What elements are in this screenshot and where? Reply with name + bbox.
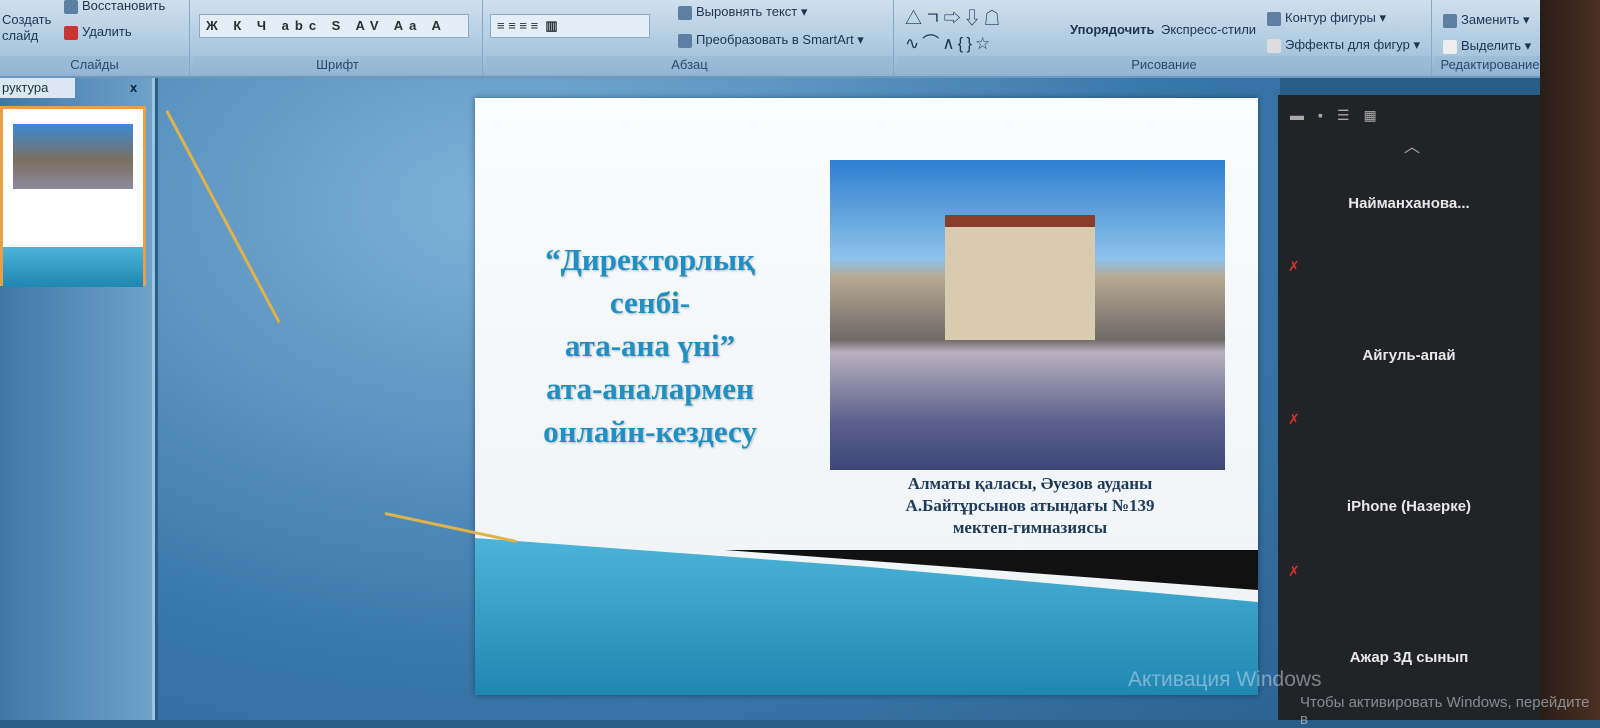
quick-styles-button[interactable]: Экспресс-стили: [1161, 22, 1256, 37]
slide-thumbnail[interactable]: [0, 106, 146, 287]
group-slides: Создать слайд Восстановить Удалить Слайд…: [0, 0, 190, 76]
restore-button[interactable]: Восстановить: [64, 0, 165, 14]
group-drawing: △ㄱ⇨⇩☖ ∿⌒∧{}☆ Упорядочить Экспресс-стили К…: [897, 0, 1432, 76]
smartart-icon: [678, 33, 692, 48]
shape-outline-button[interactable]: Контур фигуры ▾: [1267, 10, 1386, 26]
ribbon: Создать слайд Восстановить Удалить Слайд…: [0, 0, 1545, 78]
arrange-button[interactable]: Упорядочить: [1070, 22, 1155, 37]
group-editing: Заменить ▾ Выделить ▾ Редактирование: [1435, 0, 1545, 76]
smartart-button[interactable]: Преобразовать в SmartArt ▾: [678, 32, 864, 48]
caption-line: Алматы қаласы, Әуезов ауданы: [907, 474, 1153, 493]
caption-line: А.Байтұрсынов атындағы №139: [905, 496, 1155, 515]
replace-icon: [1443, 13, 1457, 28]
align-buttons[interactable]: ≡ ≡ ≡ ≡ ▥: [490, 14, 650, 38]
participant-name[interactable]: Найманханова...: [1278, 195, 1540, 212]
caption-line: мектеп-гимназиясы: [952, 518, 1108, 537]
chevron-up-icon[interactable]: ︿: [1404, 133, 1420, 157]
thumbnail-photo: [13, 124, 133, 189]
close-panel-button[interactable]: x: [130, 80, 137, 95]
thumbnail-wave: [3, 247, 143, 287]
screen-bezel: [1540, 0, 1600, 720]
windows-activation-title: Активация Windows: [1128, 668, 1322, 691]
slide-title[interactable]: “Директорлық сенбі- ата-ана үні” ата-ана…: [515, 238, 785, 453]
participant-name[interactable]: Айгуль-апай: [1278, 347, 1540, 364]
delete-button[interactable]: Удалить: [64, 24, 132, 40]
school-building: [945, 215, 1095, 340]
group-label: Редактирование: [1435, 56, 1545, 74]
participant-name[interactable]: iPhone (Назерке): [1278, 498, 1540, 515]
group-label: Слайды: [0, 56, 189, 74]
effects-icon: [1267, 38, 1281, 53]
title-line: онлайн-кездесу: [543, 414, 757, 449]
slide-caption[interactable]: Алматы қаласы, Әуезов ауданы А.Байтұрсын…: [845, 473, 1215, 539]
title-line: сенбі-: [609, 285, 691, 320]
participants-panel: ▬▪☰▦ ︿ Найманханова... ✗ Айгуль-апай ✗ i…: [1278, 95, 1540, 720]
replace-button[interactable]: Заменить ▾: [1443, 12, 1530, 28]
group-label: Абзац: [486, 56, 893, 74]
shapes-gallery[interactable]: △ㄱ⇨⇩☖ ∿⌒∧{}☆: [905, 4, 1004, 54]
slide-canvas[interactable]: “Директорлық сенбі- ата-ана үні” ата-ана…: [475, 98, 1258, 695]
group-paragraph: ≡ ≡ ≡ ≡ ▥ Выровнять текст ▾ Преобразоват…: [486, 0, 894, 76]
muted-mic-icon: ✗: [1288, 563, 1300, 579]
slides-panel: руктура x: [0, 78, 155, 720]
restore-icon: [64, 0, 78, 14]
participant-name[interactable]: Ажар 3Д сынып: [1278, 649, 1540, 666]
group-font: Ж К Ч abc S AV Aa A Шрифт: [193, 0, 483, 76]
title-line: “Директорлық: [545, 242, 755, 277]
muted-mic-icon: ✗: [1288, 411, 1300, 427]
font-format-buttons[interactable]: Ж К Ч abc S AV Aa A: [199, 14, 469, 38]
shape-effects-button[interactable]: Эффекты для фигур ▾: [1267, 37, 1420, 53]
align-text-button[interactable]: Выровнять текст ▾: [678, 4, 807, 20]
school-photo[interactable]: [830, 160, 1225, 470]
pen-icon: [1267, 11, 1281, 26]
title-line: ата-аналармен: [546, 371, 754, 406]
group-label: Шрифт: [193, 56, 482, 74]
align-text-icon: [678, 5, 692, 20]
delete-icon: [64, 25, 78, 40]
group-label: Рисование: [897, 56, 1431, 74]
windows-activation-subtitle: Чтобы активировать Windows, перейдите в: [1300, 694, 1590, 728]
title-line: ата-ана үні”: [564, 328, 736, 363]
cursor-icon: [1443, 39, 1457, 54]
view-toggle-buttons[interactable]: ▬▪☰▦: [1290, 107, 1391, 124]
tab-outline[interactable]: руктура: [0, 78, 75, 98]
select-button[interactable]: Выделить ▾: [1443, 38, 1531, 54]
new-slide-button[interactable]: Создать слайд: [2, 12, 57, 44]
muted-mic-icon: ✗: [1288, 258, 1300, 274]
